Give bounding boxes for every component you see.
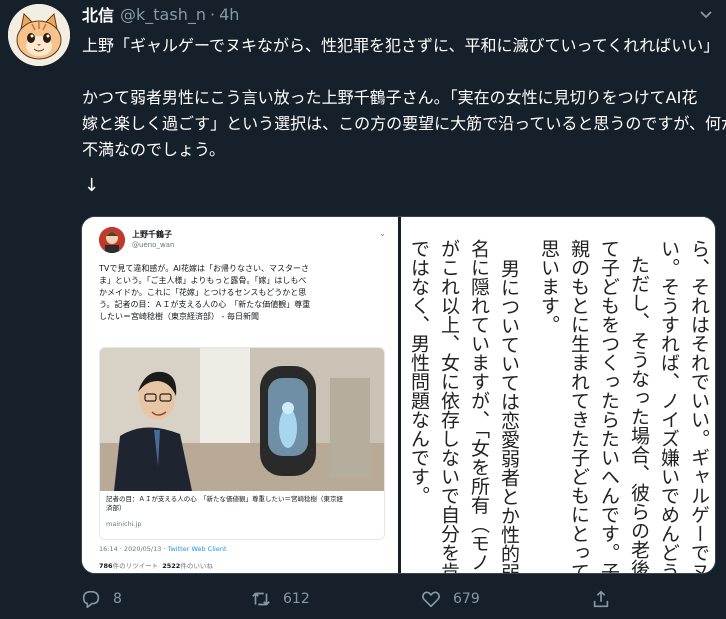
card-domain: mainichi.jp — [106, 520, 142, 528]
tweet-line: かつて弱者男性にこう言い放った上野千鶴子さん。「実在の女性に見切りをつけてAI花 — [82, 88, 698, 107]
tweet-line: 不満なのでしょう。 — [82, 140, 226, 159]
book-column: ただし、そうなった場合、彼らの老後が — [628, 255, 650, 573]
reply-button[interactable]: 8 — [80, 584, 122, 614]
like-button[interactable]: 679 — [420, 584, 480, 614]
card-title-line: 記者の目：ＡＩが支える人の心 「新たな価値観」尊重したい＝宮崎稔樹（東京経 — [106, 495, 344, 503]
tweet-media[interactable]: 上野千鶴子 @ueno_wan ⌄ TVで見て違和感が。AI花嫁は「お帰りなさい… — [81, 216, 716, 574]
book-column: ではなく、男性問題なんです。 — [408, 239, 430, 505]
tweet-line: 嫁と楽しく過ごす」という選択は、この方の要望に大筋で沿っていると思うのですが、何… — [82, 114, 726, 133]
link-card: 記者の目：ＡＩが支える人の心 「新たな価値観」尊重したい＝宮崎稔樹（東京経 済部… — [99, 347, 385, 540]
tweet-actions: 8 612 679 — [0, 584, 726, 614]
embedded-line: ま」という。「ご主人様」よりもっと露骨。「嫁」はしもべ — [99, 276, 307, 285]
share-icon — [593, 590, 609, 608]
book-column: 思います。 — [538, 239, 560, 334]
embedded-tweet-screenshot[interactable]: 上野千鶴子 @ueno_wan ⌄ TVで見て違和感が。AI花嫁は「お帰りなさい… — [82, 217, 398, 573]
chevron-down-icon[interactable] — [698, 6, 714, 22]
book-column: がこれ以上、女に依存しないで自分を肯定 — [438, 239, 460, 573]
cat-avatar-icon — [8, 4, 70, 66]
tweet-line: 上野「ギャルゲーでヌキながら、性犯罪を犯さずに、平和に滅びていってくれればいい」 — [82, 36, 720, 55]
embedded-avatar — [99, 227, 125, 253]
book-column: 男についていては恋愛弱者とか性的弱者とか — [498, 259, 520, 573]
retweet-button[interactable]: 612 — [250, 584, 310, 614]
author-handle[interactable]: @k_tash_n — [120, 5, 206, 24]
book-column: ら、それはそれでいい。ギャルゲーでヌキ — [688, 239, 710, 573]
card-photo — [100, 348, 384, 491]
like-count: 679 — [453, 591, 480, 607]
card-title: 記者の目：ＡＩが支える人の心 「新たな価値観」尊重したい＝宮崎稔樹（東京経 済部… — [106, 495, 380, 513]
embedded-client: Twitter Web Client — [167, 545, 227, 553]
book-column: 名に隠れていますが、「女を所有（モノに） — [468, 239, 490, 573]
like-icon — [422, 591, 440, 608]
embedded-line: したい＝宮崎稔樹（東京経済部） - 毎日新聞 — [99, 312, 259, 321]
embedded-line: TVで見て違和感が。AI花嫁は「お帰りなさい、マスターさ — [99, 264, 310, 273]
retweet-count: 612 — [283, 591, 310, 607]
author-name[interactable]: 北信 — [82, 2, 114, 26]
reply-count: 8 — [113, 591, 122, 607]
embedded-line: かメイドか。これに「花嫁」とつけるセンスもどうかと思 — [99, 288, 307, 297]
embedded-tweet-text: TVで見て違和感が。AI花嫁は「お帰りなさい、マスターさ ま」という。「ご主人様… — [99, 263, 385, 323]
book-column: い。そうすれば、ノイズ嫌いでめんどうく — [658, 239, 680, 573]
tweet-text: 上野「ギャルゲーでヌキながら、性犯罪を犯さずに、平和に滅びていってくれればいい」… — [82, 33, 726, 163]
embedded-chevron-icon: ⌄ — [379, 229, 386, 238]
embedded-author-name: 上野千鶴子 — [132, 230, 172, 239]
share-button[interactable] — [590, 584, 623, 614]
book-page-image[interactable]: ら、それはそれでいい。ギャルゲーでヌキ い。そうすれば、ノイズ嫌いでめんどうく … — [401, 217, 715, 573]
header-separator: · — [209, 4, 216, 24]
embedded-line: う。記者の目：ＡＩが支える人の心 「新たな価値観」尊重 — [99, 300, 311, 309]
embedded-stats: 786件のリツイート 2522件のいいね — [99, 560, 213, 570]
tweet-header: 北信 @k_tash_n · 4h — [82, 2, 239, 26]
book-column: て子どもをつくったらたいへんです。子ど — [598, 239, 620, 573]
retweet-icon — [252, 592, 270, 606]
embedded-retweet-count: 786 — [99, 562, 113, 570]
avatar[interactable] — [8, 4, 70, 66]
embedded-author-handle: @ueno_wan — [132, 241, 175, 249]
embedded-like-label: 件のいいね — [180, 562, 213, 570]
reply-icon — [82, 590, 100, 609]
tweet-time[interactable]: 4h — [219, 5, 239, 24]
embedded-retweet-label: 件のリツイート — [112, 562, 159, 570]
embedded-timestamp: 16:14 · 2020/05/13 · — [99, 545, 168, 553]
card-title-line: 済部） — [106, 504, 126, 512]
down-arrow-text: ↓ — [84, 175, 100, 196]
embedded-like-count: 2522 — [162, 562, 181, 570]
book-column: 親のもとに生まれてきた子どもにとっては — [568, 239, 590, 573]
embedded-meta: 16:14 · 2020/05/13 · Twitter Web Client — [99, 545, 227, 553]
